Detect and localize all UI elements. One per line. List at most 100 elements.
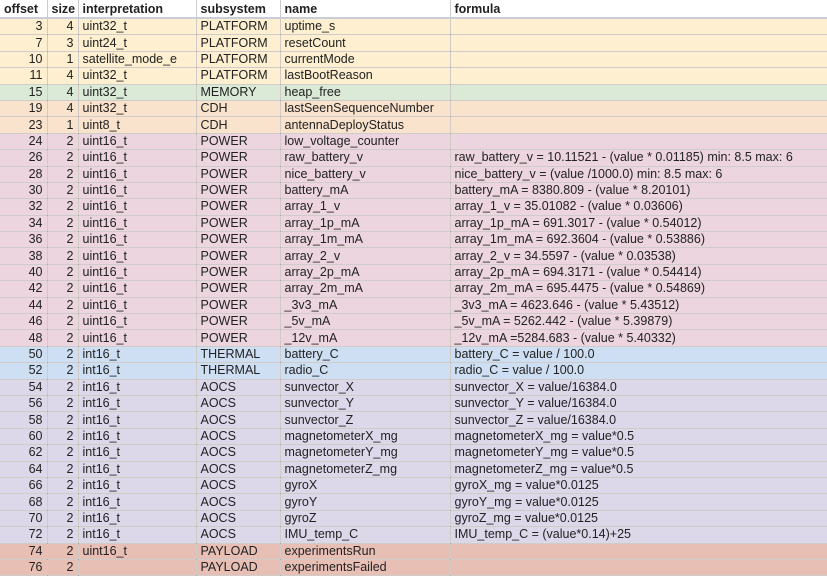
- cell-interpretation[interactable]: int16_t: [78, 428, 197, 446]
- cell-size[interactable]: 2: [47, 543, 79, 560]
- cell-size[interactable]: 2: [47, 526, 79, 544]
- cell-interpretation[interactable]: [78, 559, 197, 577]
- cell-size[interactable]: 2: [47, 297, 79, 315]
- cell-formula[interactable]: [450, 18, 827, 36]
- cell-name[interactable]: experimentsFailed: [280, 559, 451, 577]
- cell-formula[interactable]: sunvector_Y = value/16384.0: [450, 395, 827, 413]
- cell-size[interactable]: 2: [47, 411, 79, 429]
- cell-formula[interactable]: gyroX_mg = value*0.0125: [450, 477, 827, 495]
- cell-formula[interactable]: battery_C = value / 100.0: [450, 346, 827, 364]
- cell-interpretation[interactable]: uint16_t: [78, 280, 197, 298]
- cell-offset[interactable]: 60: [0, 428, 48, 446]
- cell-interpretation[interactable]: int16_t: [78, 493, 197, 511]
- cell-offset[interactable]: 44: [0, 297, 48, 315]
- cell-subsystem[interactable]: PAYLOAD: [196, 559, 281, 577]
- cell-size[interactable]: 2: [47, 215, 79, 233]
- cell-formula[interactable]: [450, 84, 827, 101]
- cell-interpretation[interactable]: uint16_t: [78, 166, 197, 183]
- cell-offset[interactable]: 56: [0, 395, 48, 413]
- cell-name[interactable]: array_2p_mA: [280, 264, 451, 282]
- cell-interpretation[interactable]: int16_t: [78, 461, 197, 478]
- cell-name[interactable]: array_1_v: [280, 198, 451, 216]
- cell-subsystem[interactable]: POWER: [196, 231, 281, 249]
- cell-name[interactable]: sunvector_X: [280, 379, 451, 396]
- cell-size[interactable]: 2: [47, 379, 79, 396]
- cell-subsystem[interactable]: PLATFORM: [196, 34, 281, 52]
- cell-interpretation[interactable]: uint16_t: [78, 198, 197, 216]
- cell-size[interactable]: 2: [47, 149, 79, 167]
- cell-subsystem[interactable]: POWER: [196, 198, 281, 216]
- cell-name[interactable]: sunvector_Z: [280, 411, 451, 429]
- cell-offset[interactable]: 70: [0, 510, 48, 528]
- cell-formula[interactable]: [450, 133, 827, 151]
- cell-name[interactable]: _3v3_mA: [280, 297, 451, 315]
- cell-name[interactable]: uptime_s: [280, 18, 451, 36]
- cell-name[interactable]: array_2_v: [280, 247, 451, 265]
- header-interpretation[interactable]: interpretation: [78, 0, 197, 19]
- cell-offset[interactable]: 68: [0, 493, 48, 511]
- cell-formula[interactable]: [450, 67, 827, 85]
- cell-subsystem[interactable]: CDH: [196, 100, 281, 118]
- cell-name[interactable]: raw_battery_v: [280, 149, 451, 167]
- cell-name[interactable]: radio_C: [280, 362, 451, 380]
- cell-subsystem[interactable]: THERMAL: [196, 346, 281, 364]
- cell-subsystem[interactable]: POWER: [196, 215, 281, 233]
- cell-name[interactable]: battery_mA: [280, 182, 451, 200]
- cell-subsystem[interactable]: POWER: [196, 329, 281, 347]
- cell-subsystem[interactable]: AOCS: [196, 477, 281, 495]
- cell-interpretation[interactable]: satellite_mode_e: [78, 51, 197, 69]
- cell-subsystem[interactable]: MEMORY: [196, 84, 281, 101]
- cell-subsystem[interactable]: PLATFORM: [196, 18, 281, 36]
- cell-name[interactable]: resetCount: [280, 34, 451, 52]
- cell-formula[interactable]: [450, 51, 827, 69]
- cell-formula[interactable]: array_2m_mA = 695.4475 - (value * 0.5486…: [450, 280, 827, 298]
- cell-interpretation[interactable]: int16_t: [78, 362, 197, 380]
- cell-offset[interactable]: 62: [0, 444, 48, 462]
- cell-subsystem[interactable]: AOCS: [196, 493, 281, 511]
- cell-interpretation[interactable]: uint16_t: [78, 247, 197, 265]
- cell-offset[interactable]: 54: [0, 379, 48, 396]
- cell-formula[interactable]: magnetometerX_mg = value*0.5: [450, 428, 827, 446]
- cell-size[interactable]: 2: [47, 559, 79, 577]
- cell-name[interactable]: magnetometerY_mg: [280, 444, 451, 462]
- cell-offset[interactable]: 28: [0, 166, 48, 183]
- cell-interpretation[interactable]: uint16_t: [78, 133, 197, 151]
- cell-name[interactable]: gyroZ: [280, 510, 451, 528]
- cell-name[interactable]: sunvector_Y: [280, 395, 451, 413]
- cell-interpretation[interactable]: uint8_t: [78, 116, 197, 134]
- cell-formula[interactable]: [450, 559, 827, 577]
- cell-interpretation[interactable]: int16_t: [78, 379, 197, 396]
- cell-name[interactable]: lastBootReason: [280, 67, 451, 85]
- cell-name[interactable]: lastSeenSequenceNumber: [280, 100, 451, 118]
- cell-subsystem[interactable]: POWER: [196, 313, 281, 331]
- cell-interpretation[interactable]: uint16_t: [78, 264, 197, 282]
- cell-size[interactable]: 4: [47, 84, 79, 101]
- cell-offset[interactable]: 66: [0, 477, 48, 495]
- cell-offset[interactable]: 11: [0, 67, 48, 85]
- cell-subsystem[interactable]: PAYLOAD: [196, 543, 281, 560]
- cell-subsystem[interactable]: POWER: [196, 297, 281, 315]
- cell-interpretation[interactable]: int16_t: [78, 346, 197, 364]
- cell-size[interactable]: 2: [47, 346, 79, 364]
- cell-formula[interactable]: _5v_mA = 5262.442 - (value * 5.39879): [450, 313, 827, 331]
- cell-name[interactable]: _12v_mA: [280, 329, 451, 347]
- cell-size[interactable]: 2: [47, 510, 79, 528]
- cell-interpretation[interactable]: uint16_t: [78, 182, 197, 200]
- cell-size[interactable]: 4: [47, 67, 79, 85]
- cell-subsystem[interactable]: AOCS: [196, 444, 281, 462]
- header-size[interactable]: size: [47, 0, 79, 19]
- cell-formula[interactable]: sunvector_Z = value/16384.0: [450, 411, 827, 429]
- cell-subsystem[interactable]: AOCS: [196, 411, 281, 429]
- cell-size[interactable]: 2: [47, 166, 79, 183]
- cell-subsystem[interactable]: POWER: [196, 149, 281, 167]
- cell-subsystem[interactable]: POWER: [196, 182, 281, 200]
- cell-interpretation[interactable]: uint16_t: [78, 297, 197, 315]
- cell-formula[interactable]: gyroY_mg = value*0.0125: [450, 493, 827, 511]
- cell-size[interactable]: 2: [47, 133, 79, 151]
- cell-size[interactable]: 4: [47, 100, 79, 118]
- cell-interpretation[interactable]: uint32_t: [78, 84, 197, 101]
- cell-offset[interactable]: 34: [0, 215, 48, 233]
- cell-offset[interactable]: 40: [0, 264, 48, 282]
- cell-subsystem[interactable]: THERMAL: [196, 362, 281, 380]
- cell-interpretation[interactable]: uint16_t: [78, 231, 197, 249]
